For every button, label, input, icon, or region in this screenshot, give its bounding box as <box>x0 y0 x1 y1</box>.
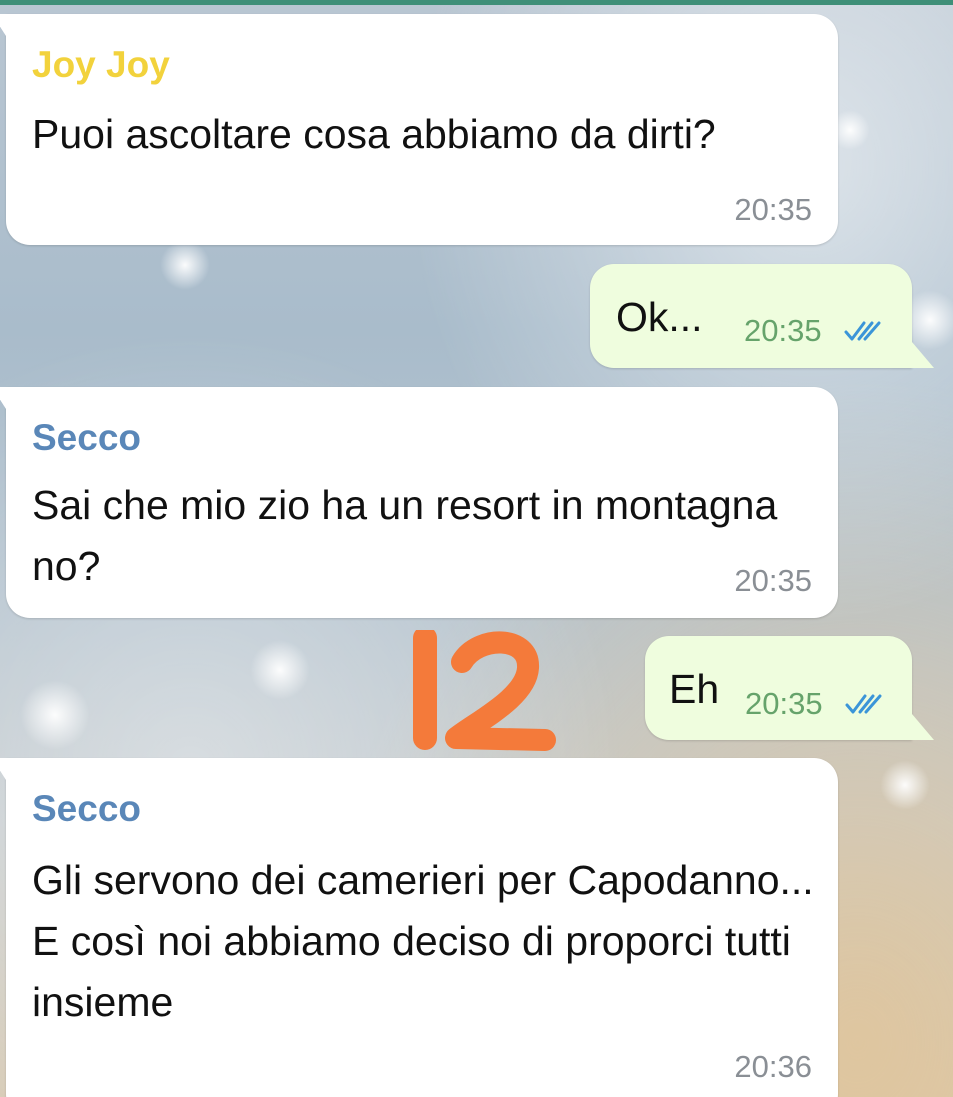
sender-name[interactable]: Secco <box>32 788 141 830</box>
handwritten-number-annotation <box>413 630 556 751</box>
message-text: Eh <box>669 666 720 712</box>
message-time: 20:35 <box>734 192 812 227</box>
sender-name[interactable]: Secco <box>32 417 141 459</box>
message-bubble[interactable]: Secco Sai che mio zio ha un resort in mo… <box>0 387 838 618</box>
bubble-tail <box>912 714 934 740</box>
message-text: Gli servono dei camerieri per Capodanno.… <box>32 857 814 1025</box>
message-text: Sai che mio zio ha un resort in montagna… <box>32 482 778 589</box>
message-text: Puoi ascoltare cosa abbiamo da dirti? <box>32 111 716 157</box>
background-sparkle <box>160 240 210 290</box>
double-check-icon <box>845 694 882 714</box>
message-bubble[interactable]: Secco Gli servono dei camerieri per Capo… <box>0 758 838 1097</box>
message-time: 20:36 <box>734 1049 812 1084</box>
sender-name[interactable]: Joy Joy <box>32 44 170 86</box>
background-sparkle <box>20 680 90 750</box>
message-time: 20:35 <box>734 563 812 598</box>
message-bubble[interactable]: Joy Joy Puoi ascoltare cosa abbiamo da d… <box>0 14 838 245</box>
bubble-tail <box>912 342 934 368</box>
message-time: 20:35 <box>744 313 822 348</box>
background-sparkle <box>250 640 310 700</box>
message-time: 20:35 <box>745 686 823 721</box>
double-check-icon <box>844 321 881 341</box>
message-bubble[interactable]: Ok... 20:35 <box>590 264 934 368</box>
message-bubble[interactable]: Eh 20:35 <box>645 636 934 740</box>
message-text: Ok... <box>616 294 703 340</box>
header-strip <box>0 0 953 5</box>
bubble-tail <box>0 387 6 409</box>
bubble-tail <box>0 758 6 780</box>
bubble-tail <box>0 14 6 36</box>
background-sparkle <box>880 760 930 810</box>
